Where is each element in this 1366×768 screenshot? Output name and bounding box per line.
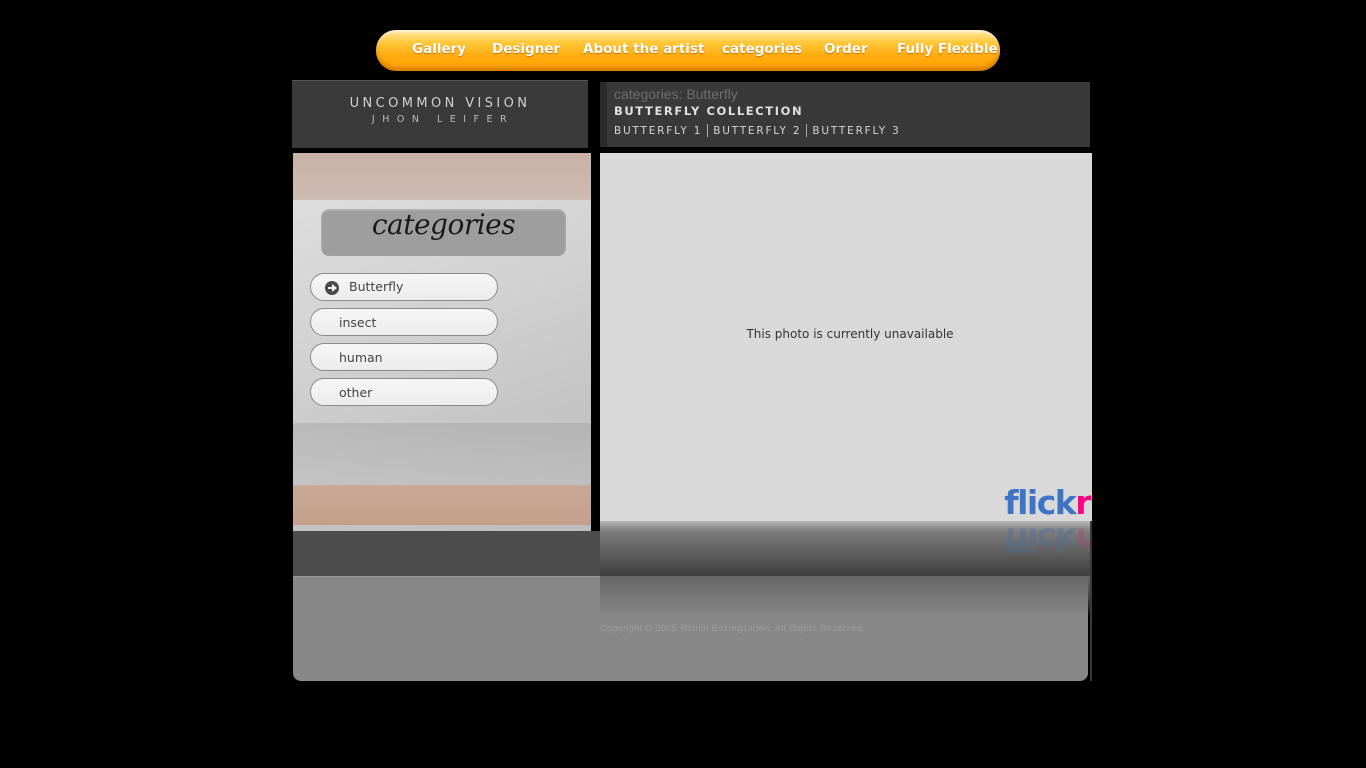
nav-categories[interactable]: categories [722,41,802,57]
category-item-other[interactable]: other [310,378,498,406]
category-list: Butterfly insect human other [310,273,498,413]
categories-heading-text: categories [371,208,516,241]
collection-title: BUTTERFLY COLLECTION [614,104,804,118]
category-item-butterfly[interactable]: Butterfly [310,273,498,301]
copyright-text: Copyright © 2005 Ramin Bozorgzadeh. All … [600,623,865,634]
sidebar-bottom-band [293,485,591,525]
sidebar-base [293,531,600,576]
footer-fade [600,576,1090,616]
collection-subnav: BUTTERFLY 1 BUTTERFLY 2 BUTTERFLY 3 [614,124,901,137]
categories-sidebar: categories Butterfly insect human other [293,153,591,531]
nav-about-the-artist[interactable]: About the artist [583,41,704,57]
subnav-butterfly-1[interactable]: BUTTERFLY 1 [614,125,702,137]
subnav-divider [707,124,709,137]
site-title: UNCOMMON VISION [349,96,531,111]
brand-header: UNCOMMON VISION JHON LEIFER [292,80,588,148]
breadcrumb: categories: Butterfly [614,86,738,102]
artist-name: JHON LEIFER [371,114,515,125]
flickr-reflection-pink: r [1075,521,1090,559]
subnav-butterfly-3[interactable]: BUTTERFLY 3 [812,125,900,137]
flickr-reflection-blue: flick [1004,521,1076,559]
photo-unavailable-message: This photo is currently unavailable [746,327,954,341]
flickr-logo-pink: r [1075,483,1091,522]
subnav-divider [806,124,808,137]
sidebar-top-band [293,153,591,200]
nav-order[interactable]: Order [824,41,868,57]
category-item-human[interactable]: human [310,343,498,371]
flickr-logo-blue: flick [1004,483,1077,522]
subnav-butterfly-2[interactable]: BUTTERFLY 2 [713,125,801,137]
nav-gallery[interactable]: Gallery [412,41,466,57]
arrow-right-icon [325,281,339,295]
category-label: human [339,350,383,365]
category-label: insect [339,315,377,330]
photo-viewer[interactable]: This photo is currently unavailable flic… [600,153,1092,521]
flickr-logo-reflection: flickr [1004,521,1090,559]
sidebar-shade [293,423,591,485]
category-label: Butterfly [349,279,404,294]
main-nav: Gallery Designer About the artist catego… [376,30,1000,71]
nav-fully-flexible[interactable]: Fully Flexible [897,41,998,57]
footer: Copyright © 2005 Ramin Bozorgzadeh. All … [293,576,1090,681]
flickr-logo: flickr [1004,483,1091,522]
nav-designer[interactable]: Designer [492,41,560,57]
divider-strip [1090,521,1092,681]
category-item-insect[interactable]: insect [310,308,498,336]
collection-header: categories: Butterfly BUTTERFLY COLLECTI… [600,82,1090,147]
category-label: other [339,385,373,400]
categories-heading: categories [321,209,566,256]
